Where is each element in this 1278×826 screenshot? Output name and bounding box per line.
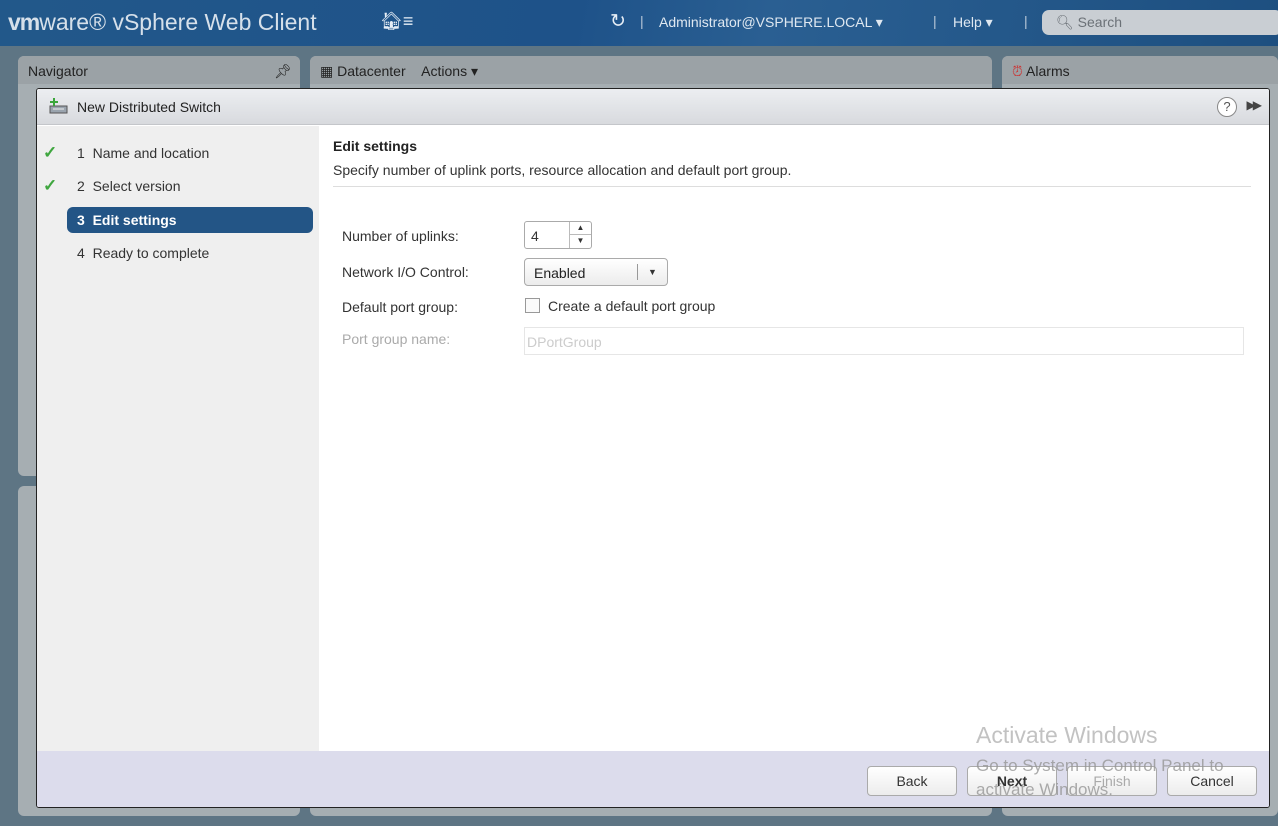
step-ready-to-complete[interactable]: 4 Ready to complete <box>67 240 313 266</box>
port-group-name-input[interactable]: DPortGroup <box>524 327 1244 355</box>
wizard-content: Edit settings Specify number of uplink p… <box>319 126 1269 751</box>
pin-icon: 📌︎ <box>274 63 292 79</box>
refresh-icon[interactable]: ↻ <box>610 10 626 33</box>
back-button[interactable]: Back <box>867 766 957 796</box>
datacenter-tab[interactable]: Datacenter <box>337 63 405 79</box>
home-menu-icon[interactable]: 🏠︎≡ <box>380 11 413 32</box>
activation-watermark-text: Go to System in Control Panel to activat… <box>976 756 1224 799</box>
uplinks-stepper[interactable]: 4 ▲ ▼ <box>524 221 592 249</box>
step-select-version[interactable]: ✓ 2 Select version <box>43 173 313 199</box>
nioc-label: Network I/O Control: <box>342 264 469 280</box>
divider <box>333 186 1251 187</box>
datacenter-icon: ▦ <box>320 63 334 79</box>
check-icon: ✓ <box>43 143 58 162</box>
main-header: ▦ Datacenter Actions ▾ <box>310 56 992 84</box>
activation-watermark-title: Activate Windows <box>976 722 1158 748</box>
vmware-logo: vmware® vSphere Web Client <box>8 9 317 35</box>
step-name-and-location[interactable]: ✓ 1 Name and location <box>43 140 313 166</box>
check-icon: ✓ <box>43 176 58 195</box>
user-menu[interactable]: Administrator@VSPHERE.LOCAL ▾ <box>659 14 883 31</box>
nioc-select[interactable]: Enabled ▼ <box>524 258 668 286</box>
actions-menu[interactable]: Actions ▾ <box>421 63 478 79</box>
port-group-name-label: Port group name: <box>342 331 451 347</box>
alarms-header: ⏰︎ Alarms <box>1002 56 1278 84</box>
uplinks-label: Number of uplinks: <box>342 228 459 244</box>
search-input[interactable]: 🔍︎ Search <box>1042 10 1278 35</box>
create-port-group-label[interactable]: Create a default port group <box>548 298 715 314</box>
distributed-switch-icon <box>49 98 68 114</box>
dialog-header: New Distributed Switch ? ▶▶ <box>37 89 1269 125</box>
alarm-clock-icon: ⏰︎ <box>1012 63 1023 79</box>
chevron-down-icon: ▼ <box>637 264 667 280</box>
help-icon[interactable]: ? <box>1217 97 1237 117</box>
create-port-group-checkbox[interactable] <box>525 298 540 313</box>
page-title: Edit settings <box>333 138 418 154</box>
decrement-icon[interactable]: ▼ <box>570 235 591 247</box>
dialog-title: New Distributed Switch <box>77 99 221 115</box>
top-bar: vmware® vSphere Web Client 🏠︎≡ ↻ | Admin… <box>0 0 1278 46</box>
default-port-group-label: Default port group: <box>342 299 458 315</box>
wizard-steps: ✓ 1 Name and location ✓ 2 Select version 3… <box>37 126 319 751</box>
page-subtitle: Specify number of uplink ports, resource… <box>333 162 792 178</box>
expand-icon[interactable]: ▶▶ <box>1247 98 1263 112</box>
increment-icon[interactable]: ▲ <box>570 222 591 235</box>
help-menu[interactable]: Help ▾ <box>953 14 993 31</box>
new-distributed-switch-dialog: New Distributed Switch ? ▶▶ ✓ 1 Name and … <box>36 88 1270 808</box>
step-edit-settings[interactable]: 3 Edit settings <box>67 207 313 233</box>
navigator-header: Navigator 📌︎ <box>18 56 300 84</box>
search-icon: 🔍︎ <box>1056 14 1074 30</box>
